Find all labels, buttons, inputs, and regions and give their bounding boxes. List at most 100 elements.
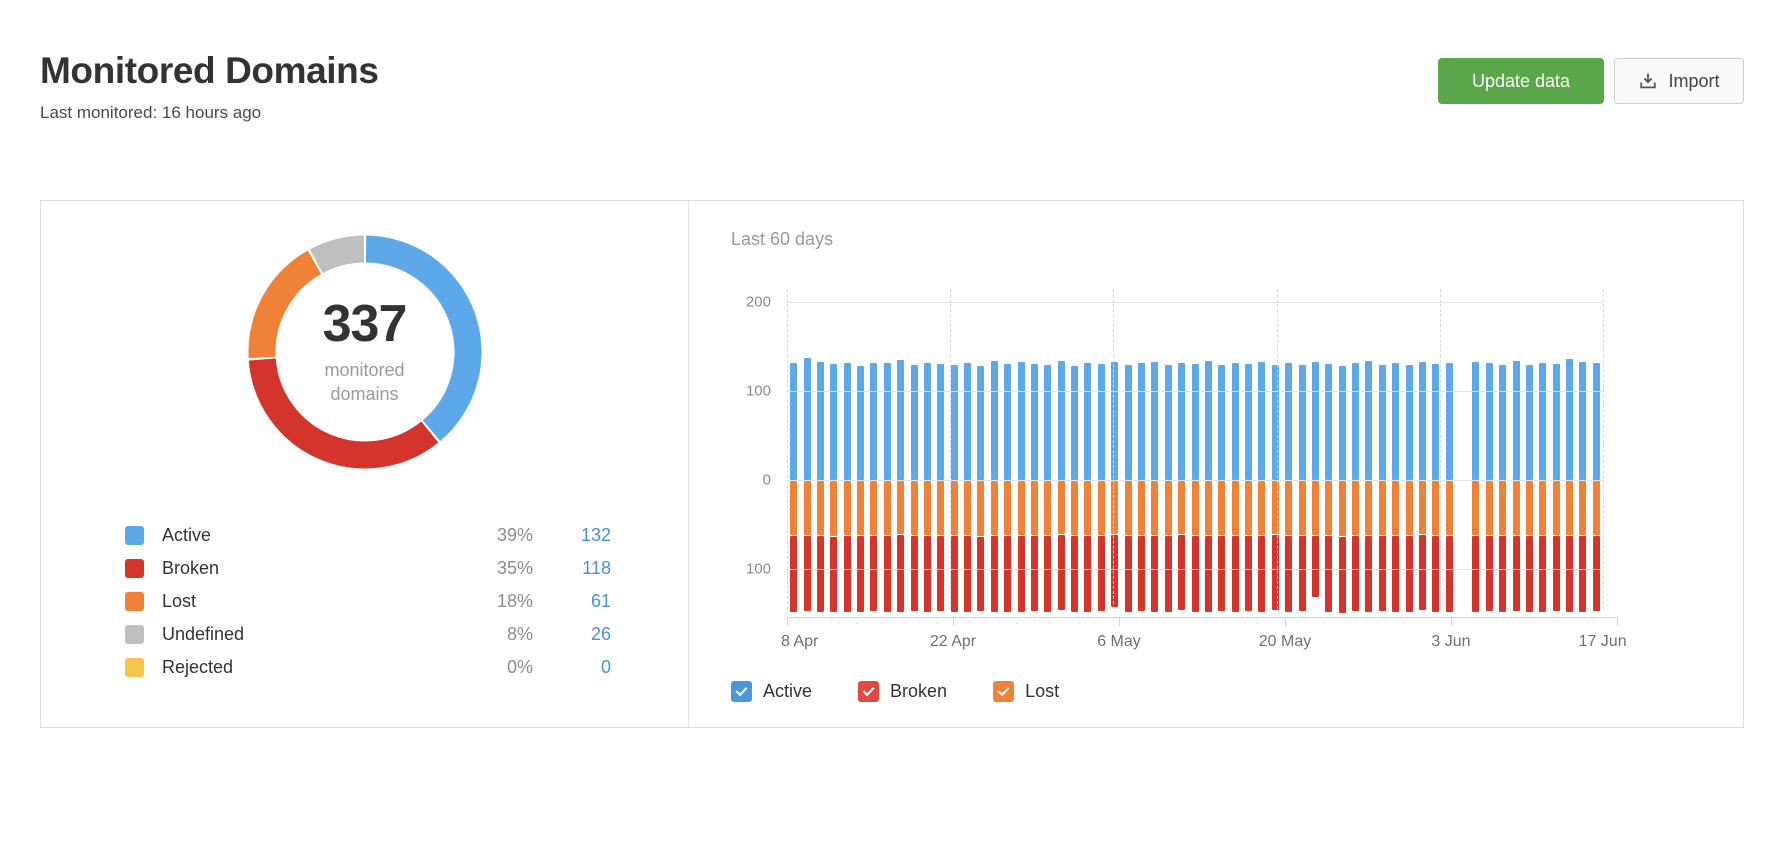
bar-group[interactable] [1204, 289, 1212, 613]
bar-group[interactable] [857, 289, 865, 612]
bar-segment-active [857, 366, 865, 481]
bar-group[interactable] [1191, 289, 1199, 612]
bar-group[interactable] [1378, 289, 1386, 611]
bar-segment-lost [1057, 481, 1065, 535]
donut-segment-undefined[interactable] [309, 235, 365, 274]
bar-group[interactable] [1044, 289, 1052, 612]
bar-group[interactable] [883, 289, 891, 612]
bar-group[interactable] [1084, 289, 1092, 613]
bar-group[interactable] [843, 289, 851, 612]
bar-group[interactable] [964, 289, 972, 612]
series-toggle-lost[interactable]: Lost [993, 681, 1059, 702]
bar-segment-active [816, 361, 824, 481]
series-toggle-broken[interactable]: Broken [858, 681, 947, 702]
bar-segment-lost [910, 481, 918, 536]
bar-group[interactable] [1218, 289, 1226, 612]
bar-group[interactable] [1004, 289, 1012, 612]
bar-segment-broken [1285, 536, 1293, 612]
legend-count[interactable]: 132 [533, 525, 611, 546]
series-toggle-active[interactable]: Active [731, 681, 812, 702]
bar-group[interactable] [1164, 289, 1172, 612]
bar-group[interactable] [816, 289, 824, 613]
bar-group[interactable] [790, 289, 798, 612]
bar-group[interactable] [870, 289, 878, 611]
bar-group[interactable] [923, 289, 931, 612]
legend-row[interactable]: Broken 35% 118 [125, 552, 611, 585]
legend-row[interactable]: Lost 18% 61 [125, 585, 611, 618]
bar-group[interactable] [1485, 289, 1493, 612]
bar-group[interactable] [977, 289, 985, 612]
bar-group[interactable] [1137, 289, 1145, 612]
bar-group[interactable] [1352, 289, 1360, 612]
bar-group[interactable] [803, 289, 811, 612]
bar-segment-active [1352, 362, 1360, 481]
donut-segment-broken[interactable] [248, 358, 438, 469]
checkbox-lost[interactable] [993, 681, 1015, 702]
bar-group[interactable] [1325, 289, 1333, 612]
bar-group[interactable] [1311, 289, 1319, 609]
bar-group[interactable] [1271, 289, 1279, 610]
donut-segment-lost[interactable] [248, 250, 321, 359]
legend-row[interactable]: Rejected 0% 0 [125, 651, 611, 684]
bar-group[interactable] [1445, 289, 1453, 612]
bar-group[interactable] [1512, 289, 1520, 611]
bar-segment-broken [803, 536, 811, 612]
bar-group[interactable] [1124, 289, 1132, 612]
bar-group[interactable] [990, 289, 998, 612]
legend-count[interactable]: 118 [533, 558, 611, 579]
bar-group[interactable] [1231, 289, 1239, 612]
bar-group[interactable] [950, 289, 958, 613]
checkbox-active[interactable] [731, 681, 752, 702]
bar-group[interactable] [1057, 289, 1065, 610]
bar-group[interactable] [1418, 289, 1426, 611]
bar-group[interactable] [910, 289, 918, 612]
bar-group[interactable] [1017, 289, 1025, 613]
legend-count[interactable]: 26 [533, 624, 611, 645]
legend-count[interactable]: 0 [533, 657, 611, 678]
bar-group[interactable] [1472, 289, 1480, 613]
bar-segment-active [1445, 362, 1453, 481]
bar-group[interactable] [1499, 289, 1507, 612]
checkbox-broken[interactable] [858, 681, 880, 702]
legend-row[interactable]: Undefined 8% 26 [125, 618, 611, 651]
bar-group[interactable] [1111, 289, 1119, 609]
update-data-button[interactable]: Update data [1438, 58, 1604, 104]
bar-segment-active [1298, 364, 1306, 481]
bar-group[interactable] [1432, 289, 1440, 612]
bar-group[interactable] [1258, 289, 1266, 613]
bar-group[interactable] [1525, 289, 1533, 612]
bar-group[interactable] [1298, 289, 1306, 612]
bar-group[interactable] [1338, 289, 1346, 614]
bar-group[interactable] [1151, 289, 1159, 613]
bar-group[interactable] [1552, 289, 1560, 612]
bar-group[interactable] [1245, 289, 1252, 612]
bar-segment-lost [1499, 481, 1507, 536]
bar-group[interactable] [1178, 289, 1186, 610]
bar-segment-lost [1432, 481, 1440, 536]
bar-group[interactable] [1365, 289, 1373, 612]
bar-group[interactable] [1285, 289, 1293, 612]
legend-label: Active [162, 525, 212, 545]
bar-segment-lost [1111, 481, 1119, 534]
bar-group[interactable] [937, 289, 945, 612]
bar-segment-active [950, 364, 958, 481]
bar-group[interactable] [1539, 289, 1547, 613]
import-button[interactable]: Import [1614, 58, 1744, 104]
bar-segment-active [1432, 363, 1440, 481]
donut-segment-active[interactable] [365, 235, 481, 441]
legend-row[interactable]: Active 39% 132 [125, 519, 611, 552]
bar-group[interactable] [897, 289, 905, 612]
bar-group[interactable] [1097, 289, 1105, 612]
x-tick-mark [1285, 617, 1286, 626]
legend-count[interactable]: 61 [533, 591, 611, 612]
bar-group[interactable] [1566, 289, 1574, 612]
bar-group[interactable] [1030, 289, 1038, 612]
bar-group[interactable] [1071, 289, 1079, 612]
bar-group[interactable] [830, 289, 838, 613]
bar-segment-lost [1231, 481, 1239, 536]
bar-group[interactable] [1579, 289, 1587, 612]
bar-segment-lost [1137, 481, 1145, 536]
bar-group[interactable] [1405, 289, 1413, 613]
bar-group[interactable] [1392, 289, 1400, 612]
bar-group[interactable] [1592, 289, 1600, 612]
